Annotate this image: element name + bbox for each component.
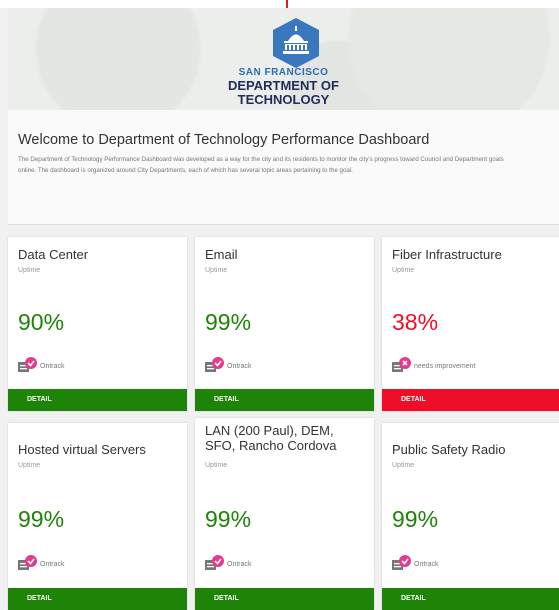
status-label: Ontrack bbox=[414, 561, 439, 568]
status-indicator: Ontrack bbox=[18, 553, 138, 573]
status-label: Ontrack bbox=[40, 363, 65, 370]
status-label: Ontrack bbox=[227, 363, 252, 370]
status-indicator: needs improvement bbox=[392, 355, 512, 375]
card-subtitle: Uptime bbox=[18, 462, 41, 469]
detail-button-label: DETAIL bbox=[401, 595, 426, 602]
org-name-line1: SAN FRANCISCO bbox=[238, 67, 329, 78]
status-indicator: Ontrack bbox=[205, 553, 325, 573]
ontrack-icon bbox=[205, 357, 224, 372]
detail-button[interactable]: DETAIL bbox=[195, 389, 374, 411]
detail-button[interactable]: DETAIL bbox=[382, 588, 559, 610]
top-strip bbox=[0, 0, 559, 8]
card-subtitle: Uptime bbox=[392, 462, 415, 469]
card-subtitle: Uptime bbox=[392, 267, 415, 274]
detail-button-label: DETAIL bbox=[214, 595, 239, 602]
org-name: DEPARTMENT OF TECHNOLOGY bbox=[8, 79, 559, 107]
metric-card: Hosted virtual Servers Uptime 99% Ontrack DE… bbox=[8, 423, 187, 610]
ontrack-icon bbox=[18, 357, 37, 372]
detail-button-label: DETAIL bbox=[27, 595, 52, 602]
ontrack-icon bbox=[18, 555, 37, 570]
page-description: The Department of Technology Performance… bbox=[18, 156, 504, 174]
card-title: Hosted virtual Servers bbox=[18, 442, 146, 457]
card-title: Fiber Infrastructure bbox=[392, 247, 502, 262]
metric-card: Public Safety Radio Uptime 99% Ontrack DETAI… bbox=[382, 423, 559, 610]
card-subtitle: Uptime bbox=[205, 462, 228, 469]
detail-button-label: DETAIL bbox=[214, 396, 239, 403]
status-indicator: Ontrack bbox=[392, 553, 512, 573]
card-title: Public Safety Radio bbox=[392, 442, 506, 457]
detail-button[interactable]: DETAIL bbox=[195, 588, 374, 610]
detail-button-label: DETAIL bbox=[27, 396, 52, 403]
metric-card: Email Uptime 99% Ontrack DETAIL bbox=[195, 237, 374, 411]
card-value: 38% bbox=[392, 309, 439, 335]
card-subtitle: Uptime bbox=[18, 267, 41, 274]
card-value: 99% bbox=[18, 506, 65, 532]
card-value: 90% bbox=[18, 309, 65, 335]
detail-button[interactable]: DETAIL bbox=[8, 588, 187, 610]
card-subtitle: Uptime bbox=[205, 267, 228, 274]
detail-button-label: DETAIL bbox=[401, 396, 426, 403]
org-name-line3: TECHNOLOGY bbox=[237, 92, 330, 107]
metric-card: Data Center Uptime 90% Ontrack DETAIL bbox=[8, 237, 187, 411]
org-name-line2: DEPARTMENT OF bbox=[228, 78, 339, 93]
status-label: Ontrack bbox=[40, 561, 65, 568]
top-divider bbox=[286, 0, 288, 8]
intro-panel: Welcome to Department of Technology Perf… bbox=[8, 110, 559, 225]
ontrack-icon bbox=[392, 555, 411, 570]
card-value: 99% bbox=[392, 506, 439, 532]
card-title: LAN (200 Paul), DEM, SFO, Rancho Cordova bbox=[205, 423, 337, 453]
status-label: Ontrack bbox=[227, 561, 252, 568]
status-indicator: Ontrack bbox=[205, 355, 325, 375]
status-label: needs improvement bbox=[414, 363, 476, 370]
card-title: Email bbox=[205, 247, 238, 262]
detail-button[interactable]: DETAIL bbox=[382, 389, 559, 411]
card-value: 99% bbox=[205, 506, 252, 532]
needs-improvement-icon bbox=[392, 357, 411, 372]
metric-card: Fiber Infrastructure Uptime 38% needs impro… bbox=[382, 237, 559, 411]
metric-card: LAN (200 Paul), DEM, SFO, Rancho Cordova… bbox=[195, 418, 374, 610]
page-title: Welcome to Department of Technology Perf… bbox=[18, 132, 430, 148]
status-indicator: Ontrack bbox=[18, 355, 138, 375]
city-hall-icon bbox=[273, 18, 319, 68]
header-banner: SAN FRANCISCO DEPARTMENT OF TECHNOLOGY bbox=[8, 8, 559, 110]
card-value: 99% bbox=[205, 309, 252, 335]
detail-button[interactable]: DETAIL bbox=[8, 389, 187, 411]
ontrack-icon bbox=[205, 555, 224, 570]
card-title: Data Center bbox=[18, 247, 89, 262]
